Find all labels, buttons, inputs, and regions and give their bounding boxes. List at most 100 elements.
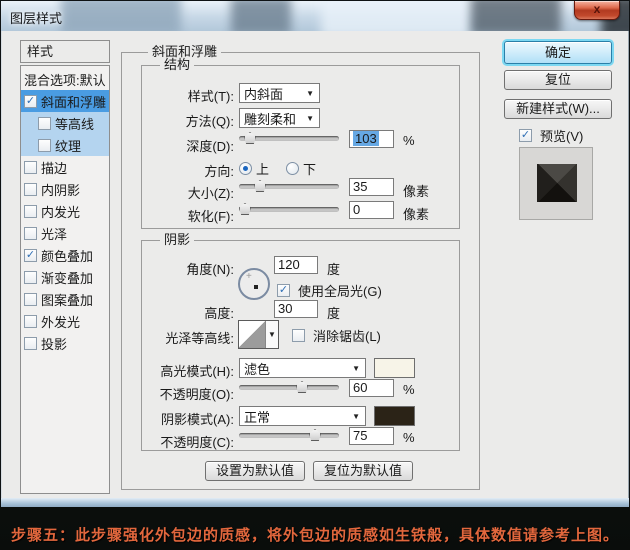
contour-thumbnail [239, 321, 266, 348]
slider-track[interactable] [239, 385, 339, 390]
new-style-button[interactable]: 新建样式(W)... [504, 99, 612, 119]
checkbox-icon[interactable] [24, 227, 37, 240]
sidebar-item-label: 混合选项:默认 [24, 70, 106, 89]
slider-track[interactable] [239, 433, 339, 438]
sidebar-item-pattern-overlay[interactable]: 图案叠加 [21, 288, 109, 310]
checkbox-icon[interactable] [24, 161, 37, 174]
checkbox-icon[interactable]: ✓ [519, 129, 532, 142]
depth-unit: % [403, 133, 415, 148]
glass-blur-decoration [471, 1, 561, 31]
checkbox-icon[interactable] [38, 117, 51, 130]
sidebar-item-texture[interactable]: 纹理 [21, 134, 109, 156]
direction-down-radio[interactable]: 下 [286, 159, 316, 178]
dialog-body: 样式 混合选项:默认 ✓ 斜面和浮雕 等高线 纹理 描边 [1, 31, 629, 498]
soften-unit: 像素 [403, 204, 429, 223]
slider-thumb[interactable] [239, 203, 251, 215]
shadow-opacity-slider[interactable] [239, 429, 339, 442]
highlight-color-swatch[interactable] [374, 358, 415, 378]
highlight-opacity-input[interactable]: 60 [349, 379, 394, 397]
opacity2-value: 75 [353, 428, 367, 443]
highlight-mode-select[interactable]: 滤色 ▼ [239, 358, 366, 378]
chevron-down-icon: ▼ [352, 412, 361, 421]
checkbox-icon[interactable] [292, 329, 305, 342]
sidebar-item-drop-shadow[interactable]: 投影 [21, 332, 109, 354]
slider-thumb[interactable] [296, 381, 308, 393]
sidebar-item-color-overlay[interactable]: ✓ 颜色叠加 [21, 244, 109, 266]
bevel-preview-shape [537, 164, 577, 202]
checkbox-icon[interactable] [24, 293, 37, 306]
direction-up-label: 上 [256, 159, 269, 178]
checkbox-icon[interactable] [38, 139, 51, 152]
styles-header-label: 样式 [27, 44, 53, 59]
size-value: 35 [353, 179, 367, 194]
sidebar-item-satin[interactable]: 光泽 [21, 222, 109, 244]
sidebar-item-inner-shadow[interactable]: 内阴影 [21, 178, 109, 200]
set-default-button[interactable]: 设置为默认值 [205, 461, 305, 481]
opacity1-unit: % [403, 382, 415, 397]
sidebar-item-label: 内发光 [41, 202, 80, 221]
size-slider[interactable] [239, 180, 339, 193]
technique-select[interactable]: 雕刻柔和 ▼ [239, 108, 320, 128]
sidebar-item-bevel-emboss[interactable]: ✓ 斜面和浮雕 [21, 90, 109, 112]
angle-input[interactable]: 120 [274, 256, 318, 274]
checkbox-icon[interactable] [24, 205, 37, 218]
gloss-contour-picker[interactable]: ▼ [238, 320, 279, 349]
highlight-opacity-slider[interactable] [239, 381, 339, 394]
slider-track[interactable] [239, 207, 339, 212]
depth-slider[interactable] [239, 132, 339, 145]
anti-alias-checkbox[interactable]: 消除锯齿(L) [292, 326, 381, 345]
checkbox-icon[interactable] [24, 315, 37, 328]
sidebar-item-outer-glow[interactable]: 外发光 [21, 310, 109, 332]
close-button[interactable]: x [574, 1, 620, 20]
ok-button[interactable]: 确定 [504, 41, 612, 64]
radio-icon[interactable] [239, 162, 252, 175]
checkbox-icon[interactable] [24, 337, 37, 350]
soften-value: 0 [353, 202, 360, 217]
chevron-down-icon: ▼ [266, 321, 278, 348]
reset-default-button[interactable]: 复位为默认值 [313, 461, 413, 481]
shadow-mode-select[interactable]: 正常 ▼ [239, 406, 366, 426]
sidebar-item-inner-glow[interactable]: 内发光 [21, 200, 109, 222]
slider-track[interactable] [239, 184, 339, 189]
slider-thumb[interactable] [309, 429, 321, 441]
soften-slider[interactable] [239, 203, 339, 216]
direction-up-radio[interactable]: 上 [239, 159, 269, 178]
sidebar-item-label: 纹理 [55, 136, 81, 155]
title-bar[interactable]: 图层样式 [1, 1, 629, 31]
chevron-down-icon: ▼ [306, 89, 315, 98]
checkbox-icon[interactable]: ✓ [24, 249, 37, 262]
checkbox-icon[interactable]: ✓ [277, 284, 290, 297]
sidebar-item-blending-options[interactable]: 混合选项:默认 [21, 68, 109, 90]
depth-input[interactable]: 103 [349, 130, 394, 148]
styles-list: 混合选项:默认 ✓ 斜面和浮雕 等高线 纹理 描边 内阴影 [20, 65, 110, 494]
slider-thumb[interactable] [254, 180, 266, 192]
size-unit: 像素 [403, 181, 429, 200]
size-input[interactable]: 35 [349, 178, 394, 196]
sidebar-item-contour[interactable]: 等高线 [21, 112, 109, 134]
chevron-down-icon: ▼ [352, 364, 361, 373]
preview-checkbox[interactable]: ✓ 预览(V) [519, 126, 583, 145]
opacity2-unit: % [403, 430, 415, 445]
soften-input[interactable]: 0 [349, 201, 394, 219]
shadow-color-swatch[interactable] [374, 406, 415, 426]
glass-blur-decoration [321, 1, 471, 31]
sidebar-item-gradient-overlay[interactable]: 渐变叠加 [21, 266, 109, 288]
angle-dial[interactable]: + [238, 268, 270, 300]
radio-icon[interactable] [286, 162, 299, 175]
sidebar-item-stroke[interactable]: 描边 [21, 156, 109, 178]
window-bottom-frame [1, 498, 629, 507]
shadow-opacity-input[interactable]: 75 [349, 427, 394, 445]
sidebar-item-label: 内阴影 [41, 180, 80, 199]
checkbox-icon[interactable] [24, 271, 37, 284]
global-light-checkbox[interactable]: ✓ 使用全局光(G) [277, 281, 382, 300]
altitude-input[interactable]: 30 [274, 300, 318, 318]
style-select[interactable]: 内斜面 ▼ [239, 83, 320, 103]
angle-center-dot [254, 285, 258, 289]
checkbox-icon[interactable]: ✓ [24, 95, 37, 108]
reset-button[interactable]: 复位 [504, 70, 612, 90]
anti-alias-label: 消除锯齿(L) [313, 326, 381, 345]
checkbox-icon[interactable] [24, 183, 37, 196]
slider-thumb[interactable] [244, 132, 256, 144]
structure-group-label: 结构 [160, 58, 194, 72]
preview-label: 预览(V) [540, 126, 583, 145]
